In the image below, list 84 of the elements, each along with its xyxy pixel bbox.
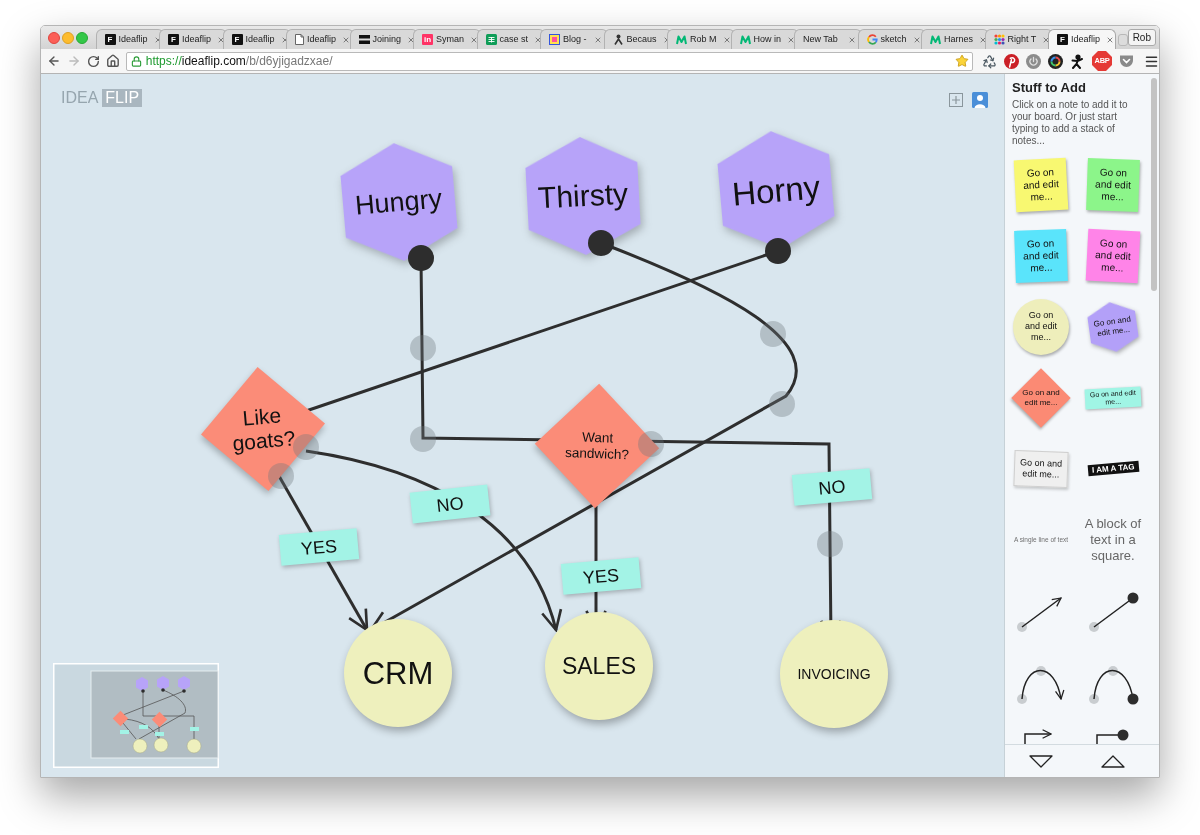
frame-logo-icon [549, 34, 560, 45]
sticky-note[interactable]: Go on and edit me... [1085, 228, 1141, 283]
favicon-icon: F [1057, 34, 1068, 45]
browser-tab[interactable]: F Ideaflip [1048, 29, 1116, 49]
close-icon[interactable] [848, 35, 856, 44]
ring-icon[interactable] [1048, 53, 1063, 69]
home-icon[interactable] [105, 54, 120, 68]
close-icon[interactable] [979, 35, 987, 44]
reload-icon[interactable] [86, 54, 100, 68]
faded-handle-icon[interactable] [769, 391, 795, 417]
tag-note[interactable]: NO [791, 468, 873, 506]
address-bar[interactable]: https://ideaflip.com/b/d6yjigadzxae/ [125, 51, 973, 71]
tag-note[interactable]: NO [409, 484, 491, 524]
logo-text: FLIP [102, 89, 143, 107]
close-icon[interactable] [912, 35, 921, 44]
favicon-icon: F [231, 34, 243, 45]
close-icon[interactable] [534, 35, 542, 44]
figure-icon[interactable] [1070, 53, 1085, 69]
close-icon[interactable] [217, 35, 226, 44]
add-icon[interactable] [949, 93, 963, 107]
minimap[interactable] [53, 663, 219, 768]
user-avatar-icon[interactable] [972, 92, 988, 108]
close-icon[interactable] [407, 35, 416, 44]
document-icon [295, 34, 304, 45]
close-icon[interactable] [1106, 35, 1115, 44]
hexagon-note[interactable]: Hungry [340, 140, 458, 264]
circle-note[interactable]: INVOICING [780, 620, 888, 728]
shield-icon[interactable] [1119, 54, 1134, 68]
figure-icon [612, 34, 624, 45]
diamond-note[interactable]: Want sandwich? [534, 383, 660, 509]
tag-note[interactable]: YES [560, 557, 642, 595]
favicon-icon: F [168, 34, 179, 45]
tag-label[interactable]: I AM A TAG [1087, 460, 1139, 477]
circle-note[interactable]: SALES [545, 612, 653, 720]
panel-title: Stuff to Add [1012, 80, 1087, 96]
diamond-note[interactable]: Like goats? [201, 367, 325, 491]
back-icon[interactable] [47, 54, 61, 68]
triangle-down-icon [1029, 754, 1053, 768]
ring-logo-icon [866, 34, 878, 45]
faded-handle-icon[interactable] [410, 335, 436, 361]
triangle-up-icon [1101, 754, 1125, 768]
close-icon[interactable] [787, 35, 795, 44]
faded-handle-icon[interactable] [268, 463, 294, 489]
favicon-icon: in [422, 34, 433, 45]
text-block[interactable]: A block of text in a square. [1081, 515, 1145, 564]
dots-logo-icon [993, 34, 1005, 45]
diamond-note[interactable]: Go on and edit me... [1011, 367, 1071, 428]
faded-handle-icon[interactable] [760, 321, 786, 347]
zigzag-logo-icon [676, 34, 687, 45]
favicon-icon: F [104, 34, 116, 45]
card-note[interactable]: Go on and edit me... [1013, 449, 1069, 488]
close-icon[interactable] [722, 35, 731, 44]
circle-note[interactable]: Go on and edit me... [1013, 298, 1069, 355]
close-icon[interactable] [342, 35, 351, 44]
faded-handle-icon[interactable] [638, 431, 664, 457]
menu-icon[interactable] [1144, 53, 1159, 69]
bookmark-star-icon[interactable] [955, 54, 969, 68]
close-icon[interactable] [470, 35, 478, 44]
hexagon-note[interactable]: Thirsty [524, 134, 642, 258]
board-canvas[interactable]: IDEA FLIP Hungry Thirsty Horny Like goats? Want sandwich? NO NO YES YES CRM SALES INVOICING [41, 74, 1004, 777]
spreadsheet-icon [485, 34, 497, 45]
window-zoom-icon[interactable] [76, 31, 88, 44]
panel-description: Click on a note to add it to your board. Or just start typing to add a stack of notes... [1012, 99, 1129, 147]
recycle-icon[interactable] [982, 53, 997, 69]
sticky-note[interactable]: Go on and edit me... [1014, 228, 1068, 283]
browser-tab[interactable]: New Tab [794, 29, 862, 49]
close-icon[interactable] [594, 35, 602, 44]
zigzag-logo-icon [930, 34, 941, 45]
profile-button[interactable]: Rob [1127, 29, 1156, 46]
lock-icon [130, 55, 142, 67]
hexagon-note[interactable]: Go on and edit me... [1087, 299, 1139, 354]
logo-text: IDEA [61, 89, 99, 107]
sticky-note[interactable]: Go on and edit me... [1086, 157, 1140, 212]
faded-handle-icon[interactable] [817, 531, 843, 557]
faded-handle-icon[interactable] [410, 426, 436, 452]
tag-note[interactable]: YES [278, 528, 360, 566]
sticky-note[interactable]: Go on and edit me... [1013, 157, 1069, 212]
pin-logo-icon[interactable] [1004, 53, 1019, 69]
faded-handle-icon[interactable] [293, 434, 319, 460]
zigzag-logo-icon [739, 34, 751, 45]
power-icon[interactable] [1026, 53, 1041, 69]
stamp-logo-icon [358, 34, 370, 45]
circle-note[interactable]: CRM [344, 619, 452, 727]
window-close-icon[interactable] [48, 31, 60, 44]
